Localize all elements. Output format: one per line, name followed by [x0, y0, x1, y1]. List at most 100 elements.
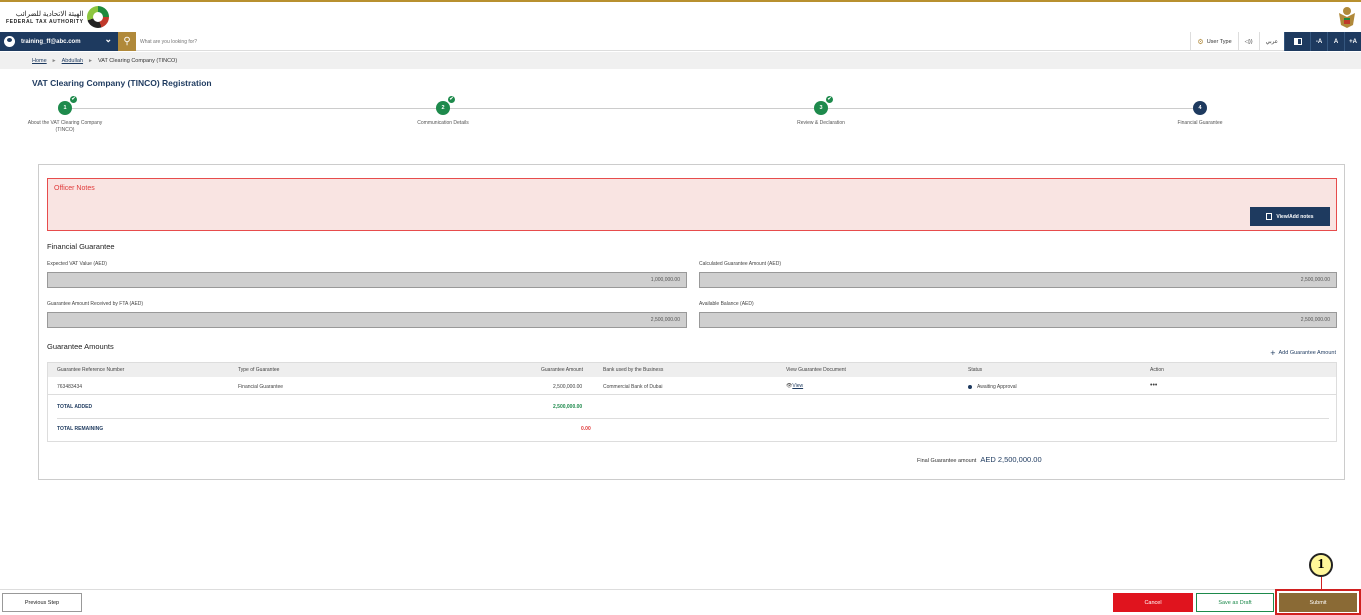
progress-stepper: 1 ✔ About the VAT Clearing Company (TINC…	[0, 95, 1361, 155]
view-document-link[interactable]: 👁View	[786, 383, 803, 389]
total-remaining-label: TOTAL REMAINING	[57, 426, 104, 432]
officer-notes-title: Officer Notes	[54, 185, 95, 192]
search-input[interactable]	[140, 33, 540, 50]
total-added-label: TOTAL ADDED	[57, 404, 93, 410]
total-added-value: 2,500,000.00	[553, 404, 583, 410]
cancel-button[interactable]: Cancel	[1113, 593, 1193, 612]
guarantee-ref: 763483434	[57, 384, 83, 390]
step-label: Financial Guarantee	[1177, 120, 1223, 126]
search-icon[interactable]: ⚲	[118, 32, 136, 51]
final-guarantee-label: Final Guarantee amount	[917, 458, 977, 464]
step-number: 1	[63, 105, 67, 111]
step-number: 4	[1198, 105, 1202, 111]
navbar: training_ff@abc.com ⌄ ⚲ ⚙ User Type ◁)) …	[0, 32, 1361, 51]
step-number: 2	[441, 105, 445, 111]
chevron-down-icon: ⌄	[104, 34, 112, 44]
step-label: Review & Declaration	[797, 120, 845, 126]
row-actions-menu[interactable]: •••	[1150, 382, 1157, 389]
step-circle: 3 ✔	[814, 95, 834, 115]
user-email: training_ff@abc.com	[21, 38, 81, 45]
navbar-right: ⚙ User Type ◁)) عربي -A A +A	[1190, 32, 1361, 51]
view-document-label: View	[792, 383, 804, 389]
guarantee-status: Awaiting Approval	[968, 384, 1017, 390]
calculated-guarantee-field: 2,500,000.00	[699, 272, 1337, 288]
col-header-ref: Guarantee Reference Number	[57, 367, 125, 373]
status-label: Awaiting Approval	[977, 384, 1017, 390]
logo-english-text: FEDERAL TAX AUTHORITY	[6, 18, 84, 25]
step-communication[interactable]: 2 ✔ Communication Details	[398, 95, 488, 127]
step-circle: 4	[1193, 101, 1207, 115]
officer-notes-panel: Officer Notes View/Add notes	[47, 178, 1337, 231]
status-dot-icon	[968, 384, 972, 389]
stepper-line	[64, 108, 1200, 109]
user-type-label: User Type	[1206, 38, 1232, 45]
step-label: About the VAT Clearing Company (TINCO)	[27, 120, 103, 133]
speaker-button[interactable]: ◁))	[1237, 32, 1259, 51]
callout-badge: 1	[1309, 553, 1333, 577]
previous-step-button[interactable]: Previous Step	[2, 593, 82, 612]
guarantee-amount: 2,500,000.00	[553, 384, 583, 390]
final-guarantee-value: AED 2,500,000.00	[980, 455, 1042, 464]
check-icon: ✔	[825, 95, 834, 104]
calculated-guarantee-label: Calculated Guarantee Amount (AED)	[699, 261, 781, 267]
step-label: Communication Details	[417, 120, 469, 126]
uae-emblem-icon	[1339, 7, 1355, 28]
total-remaining-value: 0.00	[581, 426, 591, 432]
check-icon: ✔	[69, 95, 78, 104]
step-about[interactable]: 1 ✔ About the VAT Clearing Company (TINC…	[20, 95, 110, 134]
submit-highlight-box	[1275, 589, 1361, 615]
expected-vat-field: 1,000,000.00	[47, 272, 687, 288]
step-circle: 2 ✔	[436, 95, 456, 115]
guarantee-bank: Commercial Bank of Dubai	[603, 384, 663, 390]
step-review[interactable]: 3 ✔ Review & Declaration	[776, 95, 866, 127]
row-divider	[48, 394, 1336, 395]
breadcrumb-user[interactable]: Abdullah	[62, 58, 83, 64]
guarantee-type: Financial Guarantee	[238, 384, 284, 390]
col-header-action: Action	[1150, 367, 1164, 373]
available-balance-label: Available Balance (AED)	[699, 301, 754, 307]
callout-connector	[1321, 577, 1322, 589]
logo-arabic-text: الهيئة الاتحادية للضرائب	[15, 10, 84, 18]
col-header-amount: Guarantee Amount	[541, 367, 583, 373]
guarantee-amounts-title: Guarantee Amounts	[47, 342, 114, 351]
add-guarantee-amount-label: Add Guarantee Amount	[1278, 350, 1336, 356]
breadcrumb: Home ► Abdullah ► VAT Clearing Company (…	[0, 52, 1361, 69]
guarantee-amounts-table: Guarantee Reference Number Type of Guara…	[47, 362, 1337, 442]
view-add-notes-button[interactable]: View/Add notes	[1250, 207, 1330, 226]
gear-icon: ⚙	[1197, 38, 1204, 46]
add-guarantee-amount-link[interactable]: + Add Guarantee Amount	[1270, 348, 1336, 358]
top-header: الهيئة الاتحادية للضرائب FEDERAL TAX AUT…	[0, 0, 1361, 30]
breadcrumb-current: VAT Clearing Company (TINCO)	[98, 57, 178, 64]
user-menu-button[interactable]: training_ff@abc.com ⌄	[0, 32, 118, 51]
notes-icon	[1266, 213, 1273, 220]
fta-logo[interactable]: الهيئة الاتحادية للضرائب FEDERAL TAX AUT…	[6, 5, 109, 29]
font-decrease-button[interactable]: -A	[1310, 32, 1327, 51]
page-title: VAT Clearing Company (TINCO) Registratio…	[32, 78, 212, 88]
contrast-toggle-button[interactable]	[1284, 32, 1310, 51]
font-increase-button[interactable]: +A	[1344, 32, 1361, 51]
breadcrumb-separator: ►	[88, 57, 93, 64]
language-toggle[interactable]: عربي	[1258, 32, 1284, 51]
breadcrumb-separator: ►	[51, 57, 57, 64]
breadcrumb-home[interactable]: Home	[32, 58, 47, 64]
col-header-doc: View Guarantee Document	[786, 367, 846, 373]
view-add-notes-label: View/Add notes	[1276, 213, 1314, 220]
user-type-selector[interactable]: ⚙ User Type	[1190, 32, 1237, 51]
row-divider	[57, 418, 1329, 419]
font-reset-button[interactable]: A	[1327, 32, 1344, 51]
logo-text: الهيئة الاتحادية للضرائب FEDERAL TAX AUT…	[6, 10, 84, 25]
plus-icon: +	[1270, 348, 1276, 358]
save-as-draft-button[interactable]: Save as Draft	[1196, 593, 1274, 612]
col-header-type: Type of Guarantee	[238, 367, 280, 373]
final-guarantee: Final Guarantee amount AED 2,500,000.00	[917, 455, 1042, 464]
table-header: Guarantee Reference Number Type of Guara…	[48, 363, 1336, 377]
step-number: 3	[819, 105, 823, 111]
check-icon: ✔	[447, 95, 456, 104]
col-header-bank: Bank used by the Business	[603, 367, 664, 373]
contrast-icon	[1293, 38, 1302, 45]
financial-guarantee-card: Officer Notes View/Add notes Financial G…	[38, 164, 1345, 480]
footer-action-bar: Previous Step Cancel Save as Draft Submi…	[0, 589, 1361, 615]
language-label: عربي	[1265, 38, 1278, 45]
step-financial-guarantee[interactable]: 4 Financial Guarantee	[1155, 101, 1245, 127]
user-icon	[4, 36, 15, 47]
